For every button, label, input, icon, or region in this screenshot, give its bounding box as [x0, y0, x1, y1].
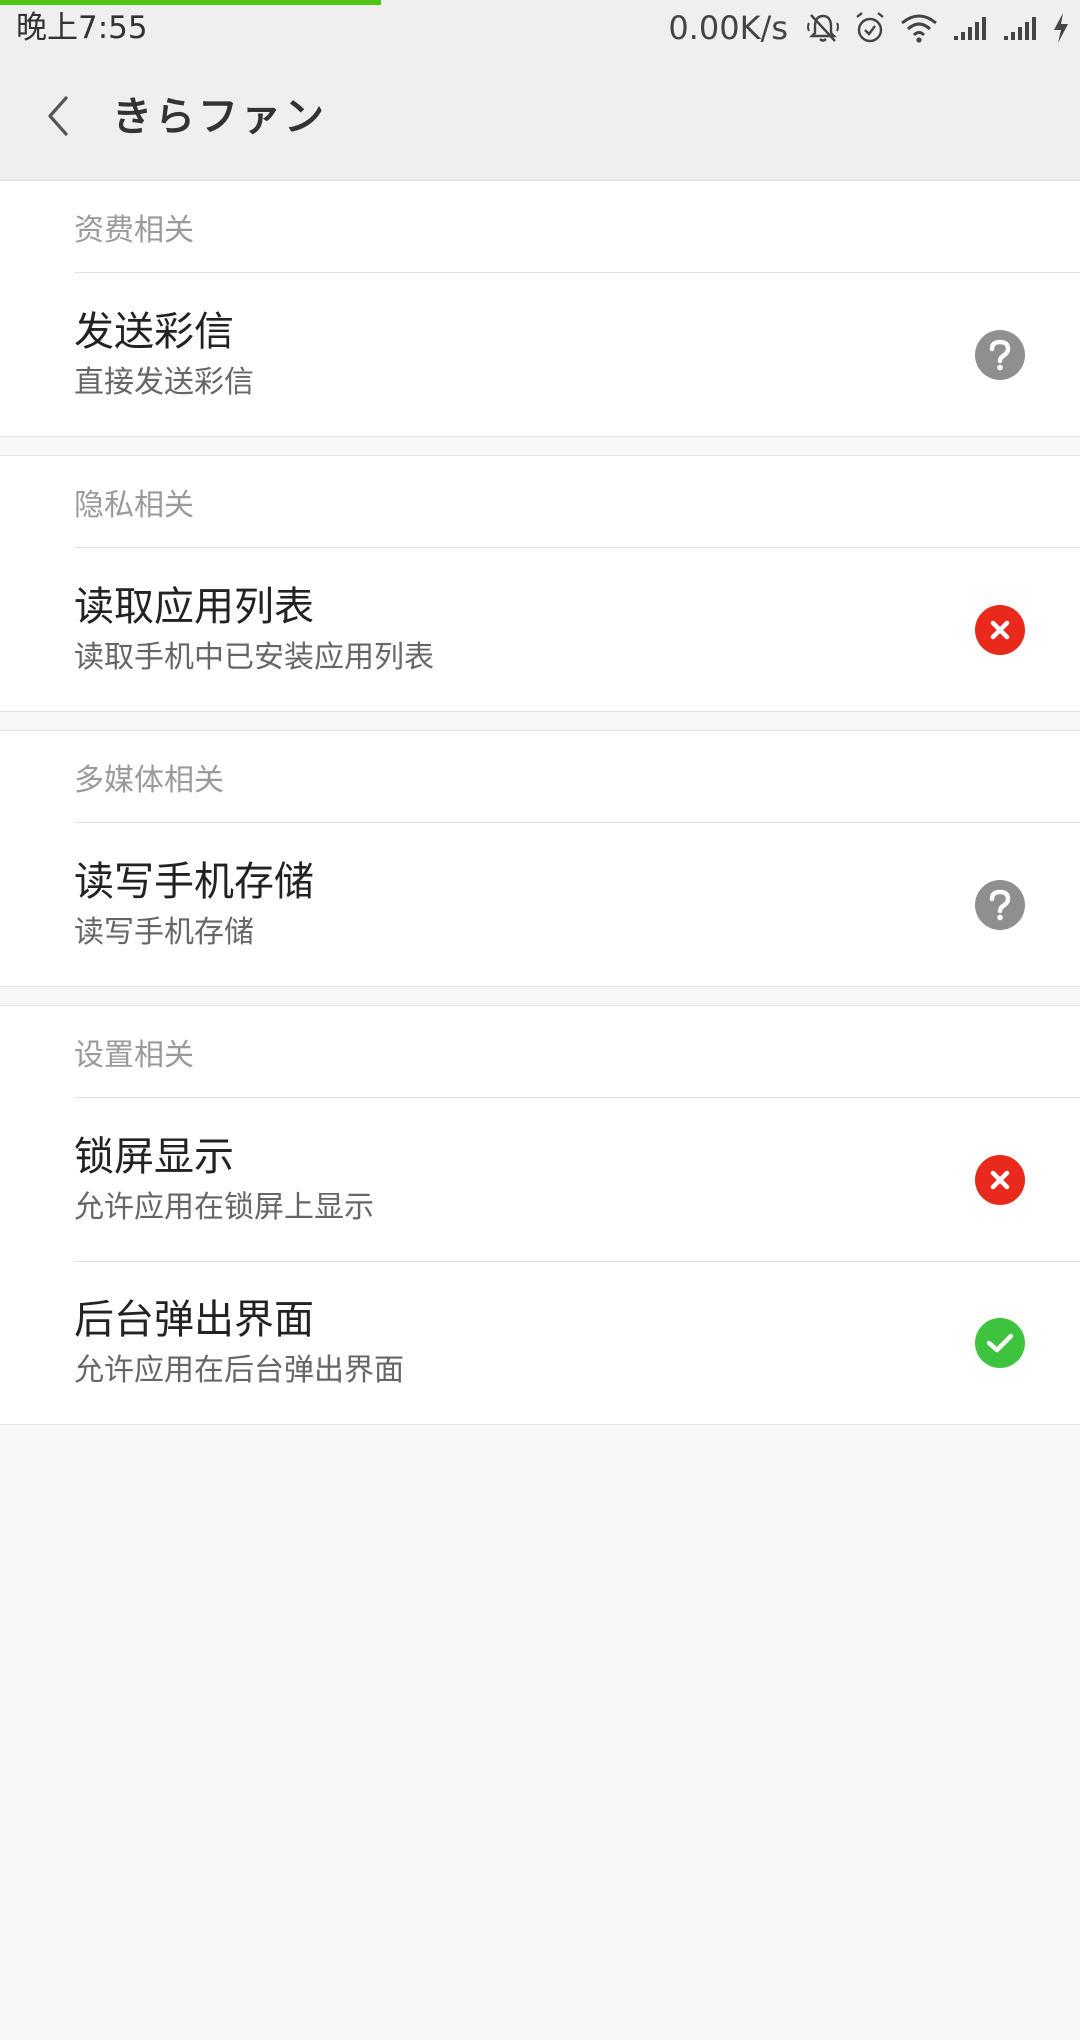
permission-section: 多媒体相关 读写手机存储 读写手机存储 [0, 730, 1080, 987]
close-icon [990, 1170, 1010, 1190]
permission-title: 读取应用列表 [74, 584, 314, 630]
status-denied-indicator[interactable] [975, 1155, 1025, 1205]
status-bar: 晚上7:55 0.00K/s [0, 0, 1080, 56]
title-bar: きらファン [0, 56, 1080, 181]
section-header: 设置相关 [74, 1006, 1080, 1098]
signal-icon [954, 17, 986, 40]
section-header: 多媒体相关 [74, 731, 1080, 823]
section-header: 资费相关 [74, 181, 1080, 273]
permission-row[interactable]: 读写手机存储 读写手机存储 [0, 823, 1080, 986]
permission-title: 后台弹出界面 [74, 1297, 314, 1343]
question-icon [989, 889, 1011, 921]
permission-row[interactable]: 后台弹出界面允许应用在后台弹出界面 [0, 1261, 1080, 1424]
permission-description: 读取手机中已安装应用列表 [74, 640, 434, 675]
load-progress-bar [0, 0, 382, 5]
alarm-icon [856, 12, 884, 43]
page-title: きらファン [112, 94, 327, 140]
permission-row[interactable]: 发送彩信直接发送彩信 [0, 273, 1080, 436]
permission-list: 资费相关发送彩信直接发送彩信隐私相关读取应用列表读取手机中已安装应用列表多媒体相… [0, 181, 1080, 1425]
permission-description: 读写手机存储 [74, 915, 254, 950]
status-allowed-indicator[interactable] [975, 1318, 1025, 1368]
permission-row[interactable]: 锁屏显示允许应用在锁屏上显示 [0, 1098, 1080, 1261]
network-speed: 0.00K/s [668, 9, 788, 47]
signal-icon [1004, 17, 1036, 40]
back-button[interactable] [30, 86, 86, 146]
permission-section: 资费相关发送彩信直接发送彩信 [0, 181, 1080, 437]
section-header: 隐私相关 [74, 456, 1080, 548]
permission-title: 读写手机存储 [74, 859, 314, 905]
wifi-icon [901, 14, 937, 43]
chevron-left-icon [48, 96, 68, 136]
permission-section: 设置相关锁屏显示允许应用在锁屏上显示后台弹出界面允许应用在后台弹出界面 [0, 1005, 1080, 1425]
question-icon [989, 339, 1011, 371]
charging-icon [1054, 13, 1068, 43]
permission-title: 发送彩信 [74, 309, 234, 355]
mute-bell-icon [807, 14, 839, 42]
status-time: 晚上7:55 [16, 10, 148, 46]
permission-description: 直接发送彩信 [74, 365, 254, 400]
check-icon [986, 1333, 1014, 1353]
status-unknown-indicator[interactable] [975, 880, 1025, 930]
status-denied-indicator[interactable] [975, 605, 1025, 655]
permission-description: 允许应用在锁屏上显示 [74, 1190, 374, 1225]
permission-row[interactable]: 读取应用列表读取手机中已安装应用列表 [0, 548, 1080, 711]
permission-section: 隐私相关读取应用列表读取手机中已安装应用列表 [0, 455, 1080, 712]
permission-title: 锁屏显示 [74, 1134, 234, 1180]
close-icon [990, 620, 1010, 640]
status-icons: 0.00K/s [668, 8, 1070, 48]
permission-description: 允许应用在后台弹出界面 [74, 1353, 404, 1388]
status-unknown-indicator[interactable] [975, 330, 1025, 380]
